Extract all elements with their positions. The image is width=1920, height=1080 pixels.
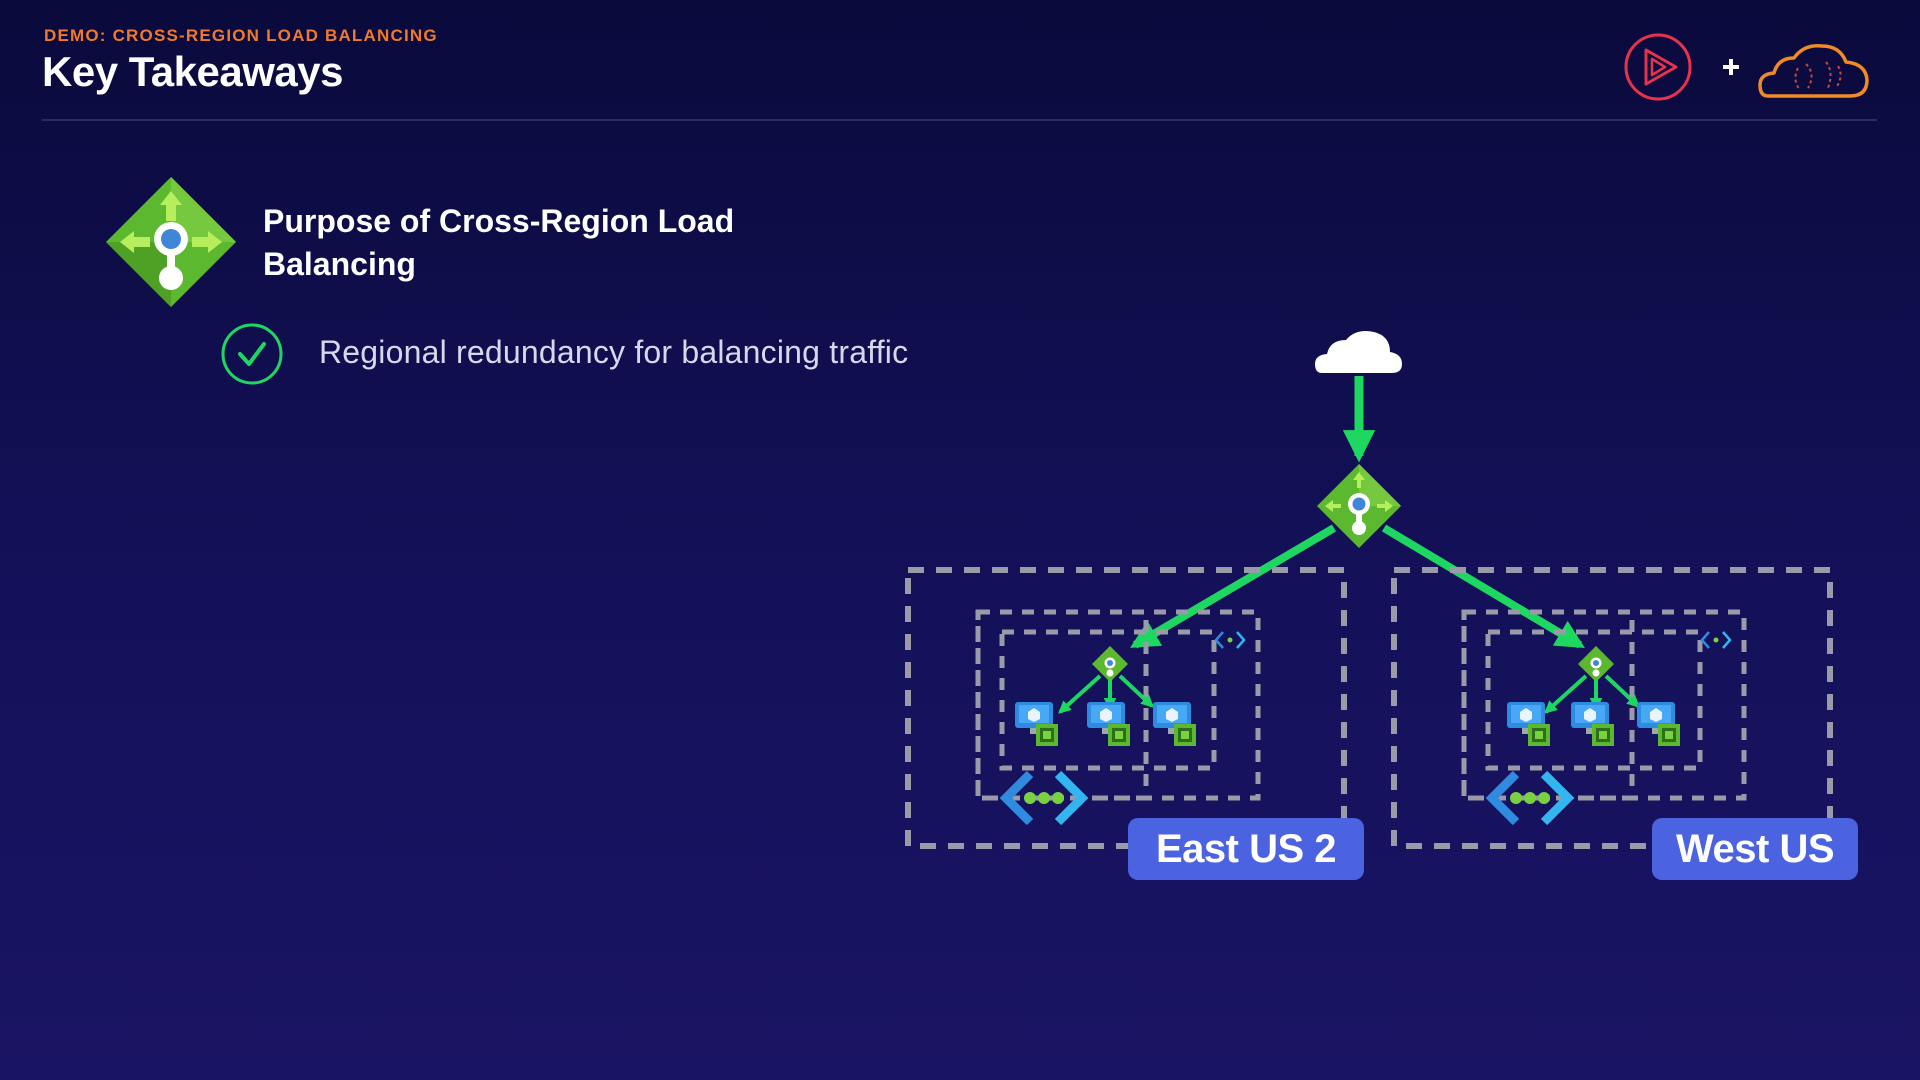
section-eyebrow: DEMO: CROSS-REGION LOAD BALANCING xyxy=(44,26,438,45)
region-label-east: East US 2 xyxy=(1128,818,1364,880)
vm-icon xyxy=(1087,702,1130,746)
page-title: Key Takeaways xyxy=(42,48,343,95)
vm-icon xyxy=(1637,702,1680,746)
brand-logos xyxy=(1624,33,1869,101)
global-load-balancer-icon xyxy=(1317,464,1401,548)
load-balancer-icon xyxy=(106,177,236,307)
region-west xyxy=(1391,567,1833,849)
header-divider xyxy=(42,119,1877,121)
takeaway-heading-line1: Purpose of Cross-Region Load xyxy=(263,203,735,239)
vm-icon xyxy=(1571,702,1614,746)
plus-icon xyxy=(1723,59,1739,75)
play-logo-icon xyxy=(1624,33,1692,101)
arrow-lb-to-east xyxy=(1130,524,1337,649)
takeaway-heading-line2: Balancing xyxy=(263,246,416,282)
cloud-brain-logo-icon xyxy=(1758,44,1869,98)
vm-icon xyxy=(1015,702,1058,746)
vm-icon xyxy=(1153,702,1196,746)
check-circle-icon xyxy=(221,323,283,385)
region-label-west: West US xyxy=(1652,818,1858,880)
arrow-lb-to-west xyxy=(1381,524,1585,649)
vm-icon xyxy=(1507,702,1550,746)
takeaway-heading: Purpose of Cross-Region Load Balancing xyxy=(263,200,823,286)
region-east xyxy=(905,567,1347,849)
cloud-icon xyxy=(1315,331,1402,373)
takeaway-bullet: Regional redundancy for balancing traffi… xyxy=(319,334,909,370)
